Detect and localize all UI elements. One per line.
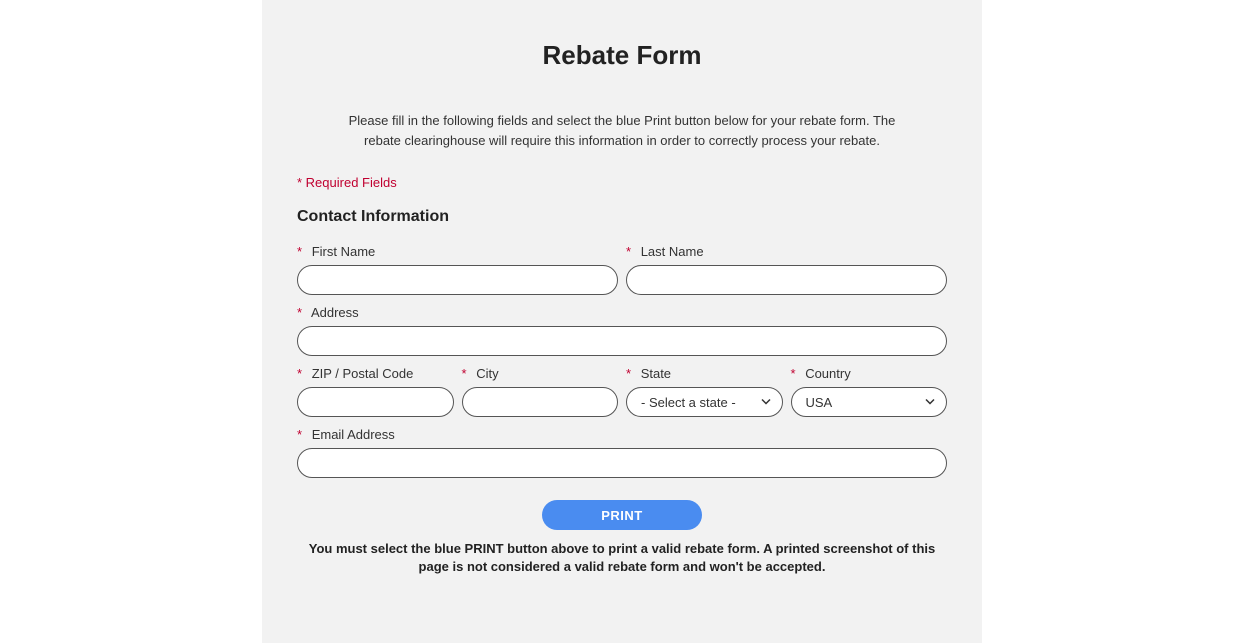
group-address: * Address: [297, 305, 947, 356]
label-country: * Country: [791, 366, 948, 381]
required-asterisk-icon: *: [626, 244, 631, 259]
required-asterisk-icon: *: [297, 305, 302, 320]
group-country: * Country USA: [791, 366, 948, 417]
label-address-text: Address: [311, 305, 359, 320]
disclaimer-text: You must select the blue PRINT button ab…: [302, 540, 942, 576]
state-select[interactable]: - Select a state -: [626, 387, 783, 417]
address-input[interactable]: [297, 326, 947, 356]
label-city-text: City: [476, 366, 498, 381]
label-first-name-text: First Name: [312, 244, 376, 259]
state-select-wrap: - Select a state -: [626, 387, 783, 417]
row-email: * Email Address: [297, 427, 947, 478]
city-input[interactable]: [462, 387, 619, 417]
required-asterisk-icon: *: [297, 244, 302, 259]
last-name-input[interactable]: [626, 265, 947, 295]
row-address: * Address: [297, 305, 947, 356]
group-state: * State - Select a state -: [626, 366, 783, 417]
label-last-name-text: Last Name: [641, 244, 704, 259]
group-email: * Email Address: [297, 427, 947, 478]
group-first-name: * First Name: [297, 244, 618, 295]
page-title: Rebate Form: [297, 40, 947, 71]
label-zip: * ZIP / Postal Code: [297, 366, 454, 381]
label-address: * Address: [297, 305, 947, 320]
required-asterisk-icon: *: [626, 366, 631, 381]
label-state-text: State: [641, 366, 671, 381]
group-city: * City: [462, 366, 619, 417]
required-fields-note: * Required Fields: [297, 175, 947, 190]
group-zip: * ZIP / Postal Code: [297, 366, 454, 417]
label-last-name: * Last Name: [626, 244, 947, 259]
label-state: * State: [626, 366, 783, 381]
required-asterisk-icon: *: [297, 427, 302, 442]
label-country-text: Country: [805, 366, 851, 381]
country-select[interactable]: USA: [791, 387, 948, 417]
label-email-text: Email Address: [312, 427, 395, 442]
email-input[interactable]: [297, 448, 947, 478]
zip-input[interactable]: [297, 387, 454, 417]
label-zip-text: ZIP / Postal Code: [312, 366, 414, 381]
intro-text: Please fill in the following fields and …: [342, 111, 902, 150]
row-name: * First Name * Last Name: [297, 244, 947, 295]
group-last-name: * Last Name: [626, 244, 947, 295]
rebate-form-container: Rebate Form Please fill in the following…: [262, 0, 982, 643]
label-city: * City: [462, 366, 619, 381]
country-select-wrap: USA: [791, 387, 948, 417]
print-button[interactable]: PRINT: [542, 500, 702, 530]
row-zip-city-state-country: * ZIP / Postal Code * City * State - Sel…: [297, 366, 947, 417]
section-heading-contact: Contact Information: [297, 208, 947, 226]
required-asterisk-icon: *: [297, 366, 302, 381]
required-asterisk-icon: *: [462, 366, 467, 381]
required-asterisk-icon: *: [791, 366, 796, 381]
label-email: * Email Address: [297, 427, 947, 442]
first-name-input[interactable]: [297, 265, 618, 295]
label-first-name: * First Name: [297, 244, 618, 259]
